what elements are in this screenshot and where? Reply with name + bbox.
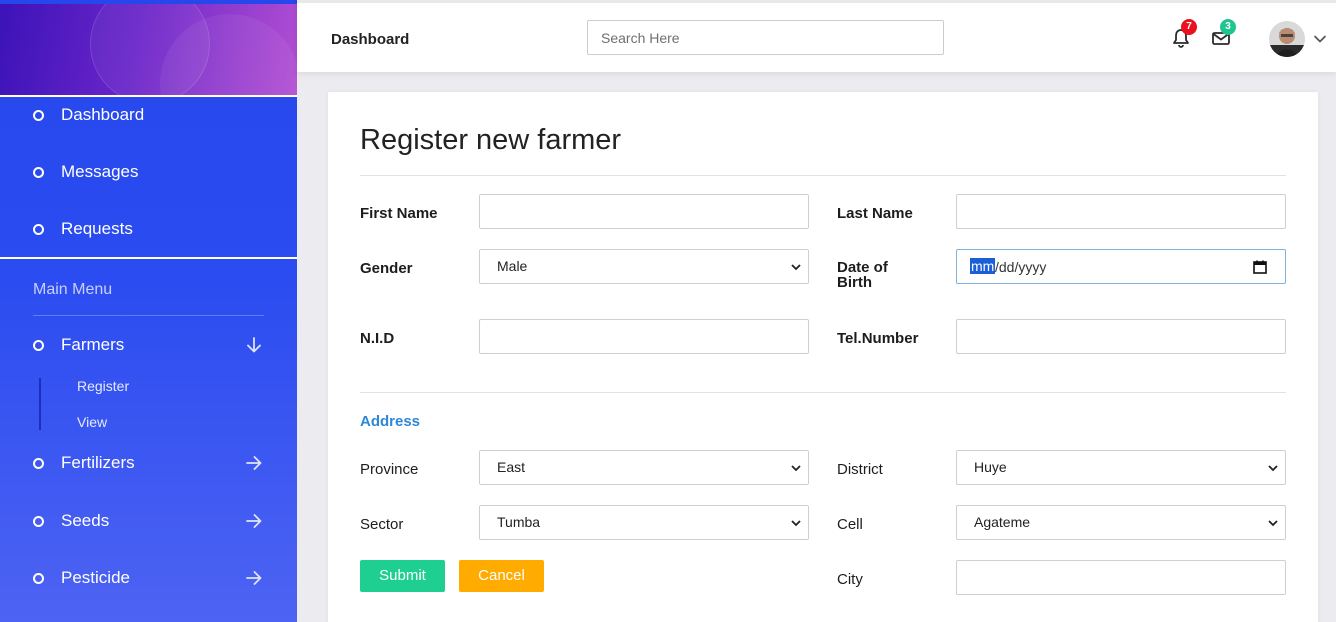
calendar-icon[interactable]	[1252, 259, 1268, 275]
page-title: Dashboard	[331, 31, 410, 48]
submenu-item-view[interactable]: View	[77, 414, 107, 430]
sidebar: Dashboard Messages Requests Main Menu Fa…	[0, 0, 297, 622]
circle-bullet-icon	[33, 223, 44, 235]
sidebar-divider	[0, 257, 297, 259]
submenu-item-register[interactable]: Register	[77, 378, 129, 394]
sidebar-item-dashboard[interactable]: Dashboard	[0, 100, 297, 130]
tel-number-input[interactable]	[956, 319, 1286, 354]
circle-bullet-icon	[33, 572, 44, 584]
sidebar-item-seeds[interactable]: Seeds	[0, 506, 297, 536]
chevron-down-icon	[1268, 520, 1278, 527]
sidebar-header-banner	[0, 0, 297, 95]
chevron-down-icon	[1268, 465, 1278, 472]
sidebar-item-label: Fertilizers	[61, 453, 135, 472]
menu-divider	[33, 315, 264, 316]
sidebar-item-farmers[interactable]: Farmers	[0, 330, 297, 360]
district-label: District	[837, 461, 883, 478]
arrow-right-icon[interactable]	[244, 568, 264, 588]
sidebar-item-label: Seeds	[61, 511, 110, 530]
address-heading: Address	[360, 413, 421, 430]
sector-select-value: Tumba	[497, 514, 541, 530]
main-menu-heading: Main Menu	[33, 281, 113, 298]
circle-bullet-icon	[33, 515, 44, 527]
district-select-value: Huye	[974, 459, 1007, 475]
sector-label: Sector	[360, 516, 404, 533]
sidebar-item-label: Pesticide	[61, 568, 130, 587]
sidebar-item-pesticide[interactable]: Pesticide	[0, 563, 297, 593]
title-divider	[360, 175, 1286, 176]
register-farmer-card: Register new farmer First Name Last Name…	[328, 92, 1318, 622]
province-select[interactable]: East	[479, 450, 809, 485]
sidebar-item-label: Farmers	[61, 335, 125, 354]
search-input[interactable]	[587, 20, 944, 55]
sector-select[interactable]: Tumba	[479, 505, 809, 540]
top-navbar: Dashboard 7 3	[297, 0, 1336, 72]
notification-badge: 7	[1181, 19, 1197, 35]
submit-button[interactable]: Submit	[360, 560, 445, 592]
submenu-indicator	[39, 378, 41, 430]
province-select-value: East	[497, 459, 526, 475]
province-label: Province	[360, 461, 419, 478]
avatar[interactable]	[1269, 21, 1305, 57]
form-title: Register new farmer	[360, 124, 622, 156]
chevron-down-icon[interactable]	[1313, 32, 1327, 46]
sidebar-item-label: Dashboard	[61, 105, 145, 124]
sidebar-item-fertilizers[interactable]: Fertilizers	[0, 448, 297, 478]
arrow-down-icon[interactable]	[244, 335, 264, 355]
arrow-right-icon[interactable]	[244, 511, 264, 531]
first-name-input[interactable]	[479, 194, 809, 229]
circle-bullet-icon	[33, 109, 44, 121]
dob-day-year-segment[interactable]: /dd/yyyy	[995, 259, 1046, 275]
first-name-label: First Name	[360, 205, 438, 222]
message-badge: 3	[1220, 19, 1236, 35]
gender-select[interactable]: Male	[479, 249, 809, 284]
circle-bullet-icon	[33, 166, 44, 178]
dob-date-input[interactable]: mm /dd/yyyy	[956, 249, 1286, 284]
circle-bullet-icon	[33, 339, 44, 351]
tel-number-label: Tel.Number	[837, 330, 919, 347]
city-input[interactable]	[956, 560, 1286, 595]
gender-label: Gender	[360, 260, 413, 277]
last-name-label: Last Name	[837, 205, 913, 222]
chevron-down-icon	[791, 465, 801, 472]
dob-label: Date of Birth	[837, 260, 888, 290]
dob-label-line2: Birth	[837, 274, 872, 291]
chevron-down-icon	[791, 520, 801, 527]
cell-select-value: Agateme	[974, 514, 1031, 530]
city-label: City	[837, 571, 863, 588]
dob-month-segment[interactable]: mm	[970, 258, 996, 274]
cell-select[interactable]: Agateme	[956, 505, 1286, 540]
circle-bullet-icon	[33, 457, 44, 469]
nid-label: N.I.D	[360, 330, 395, 347]
district-select[interactable]: Huye	[956, 450, 1286, 485]
sidebar-divider	[0, 95, 297, 97]
sidebar-item-messages[interactable]: Messages	[0, 157, 297, 187]
last-name-input[interactable]	[956, 194, 1286, 229]
sidebar-item-label: Requests	[61, 219, 133, 238]
nid-input[interactable]	[479, 319, 809, 354]
gender-select-value: Male	[497, 258, 528, 274]
cell-label: Cell	[837, 516, 863, 533]
section-divider	[360, 392, 1286, 393]
sidebar-item-requests[interactable]: Requests	[0, 214, 297, 244]
cancel-button[interactable]: Cancel	[459, 560, 544, 592]
arrow-right-icon[interactable]	[244, 453, 264, 473]
chevron-down-icon	[791, 264, 801, 271]
sidebar-item-label: Messages	[61, 162, 139, 181]
